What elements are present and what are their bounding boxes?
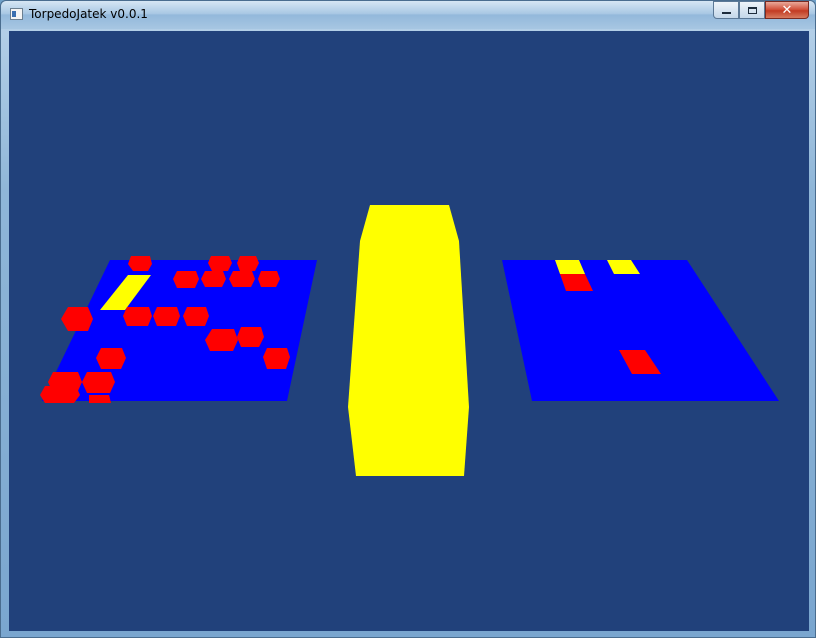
ship-cell: [205, 329, 238, 351]
ship-cell: [237, 256, 259, 271]
game-scene[interactable]: [9, 31, 809, 631]
close-icon: ✕: [781, 2, 793, 18]
maximize-icon: [747, 6, 757, 14]
title-bar[interactable]: TorpedoJatek v0.0.1 ✕: [1, 1, 815, 29]
ship-cell: [128, 256, 152, 271]
maximize-button[interactable]: [739, 1, 765, 19]
ship-cell: [183, 307, 209, 326]
ship-cell: [153, 307, 180, 326]
enemy-board[interactable]: [502, 260, 779, 401]
ship-cell: [237, 327, 264, 347]
ship-cell: [61, 307, 93, 331]
ship-cell: [201, 271, 226, 287]
ship-cell: [263, 348, 290, 369]
ship-cell: [82, 372, 115, 393]
ship-cell: [96, 348, 126, 369]
ship-cell: [89, 395, 111, 403]
window-controls: ✕: [713, 1, 809, 21]
game-viewport[interactable]: [9, 31, 809, 631]
minimize-button[interactable]: [713, 1, 739, 19]
minimize-icon: [721, 12, 731, 14]
ship-cell: [123, 307, 152, 326]
ship-cell: [173, 271, 199, 288]
ship-cell: [258, 271, 280, 287]
window-title: TorpedoJatek v0.0.1: [29, 7, 148, 21]
app-window: TorpedoJatek v0.0.1 ✕: [0, 0, 816, 638]
divider-column: [348, 205, 469, 476]
app-icon: [10, 8, 23, 20]
ship-cell: [40, 386, 80, 403]
ship-cell: [208, 256, 232, 271]
close-button[interactable]: ✕: [765, 1, 809, 19]
ship-cell: [229, 271, 255, 287]
